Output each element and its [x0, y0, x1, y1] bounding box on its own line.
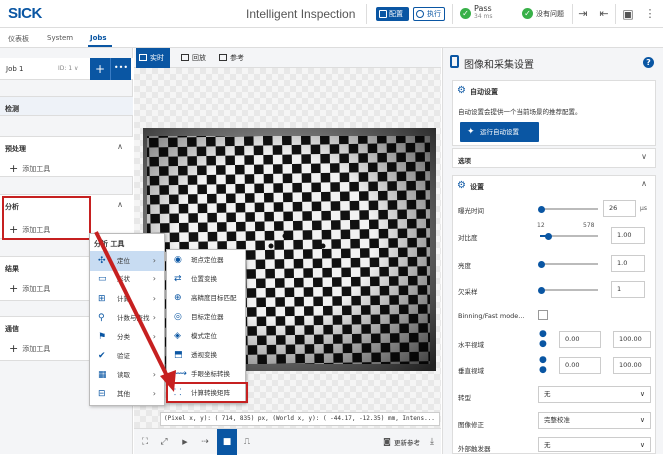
annotation-arrow	[94, 231, 176, 392]
